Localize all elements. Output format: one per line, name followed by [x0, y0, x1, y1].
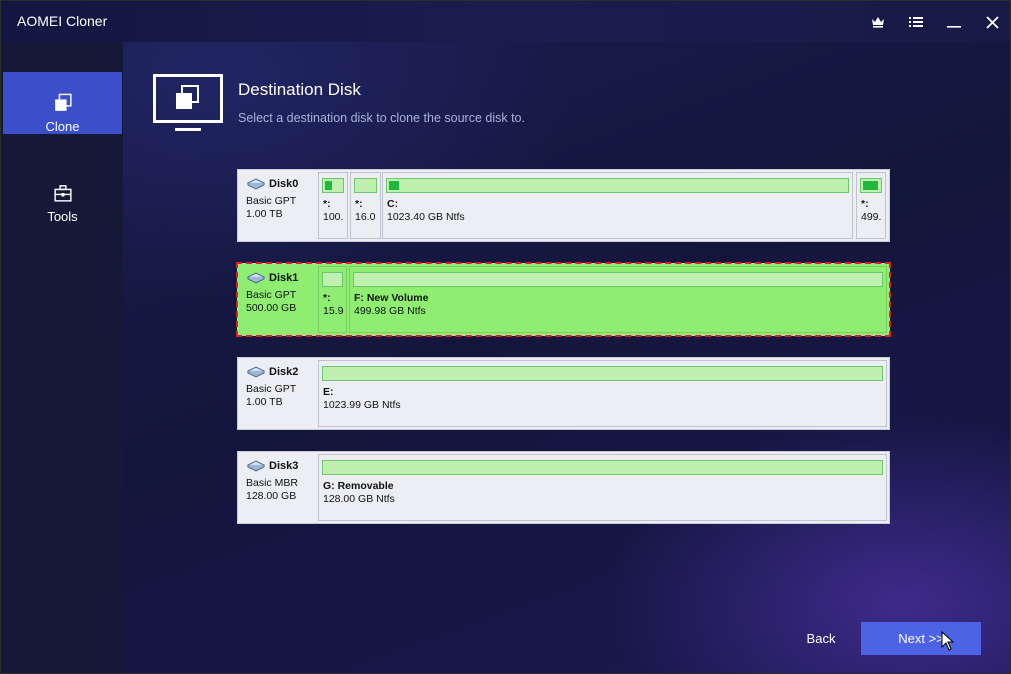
- sidebar-item-label: Clone: [45, 119, 80, 134]
- close-button[interactable]: [978, 9, 1006, 35]
- usage-bar: [354, 178, 377, 193]
- disk-row-disk0[interactable]: Disk0 Basic GPT 1.00 TB *: 100. *: 16.0 …: [237, 169, 890, 242]
- disk-size: 1.00 TB: [246, 208, 283, 220]
- usage-bar-fill: [389, 181, 399, 190]
- disk-type: Basic GPT: [246, 289, 297, 301]
- partition-detail: 15.9: [323, 305, 344, 317]
- hard-disk-icon: [246, 178, 266, 190]
- partition-label: *:: [323, 292, 331, 304]
- hard-disk-icon: [246, 272, 266, 284]
- toolbox-icon: [53, 185, 72, 202]
- crown-icon: [872, 17, 884, 28]
- hard-disk-icon: [246, 366, 266, 378]
- usage-bar: [860, 178, 882, 193]
- disk-name: Disk1: [269, 272, 299, 284]
- usage-bar-fill: [863, 181, 878, 190]
- disk-row-disk1[interactable]: Disk1 Basic GPT 500.00 GB *: 15.9 F: New…: [236, 262, 891, 337]
- partition-detail: 499.98 GB Ntfs: [354, 305, 426, 317]
- minimize-button[interactable]: [940, 9, 968, 35]
- page-title: Destination Disk: [238, 80, 361, 99]
- partition-label: G: Removable: [323, 480, 394, 492]
- disk-size: 1.00 TB: [246, 396, 283, 408]
- clone-icon: [54, 93, 72, 111]
- partition[interactable]: *: 16.0: [350, 172, 381, 239]
- minimize-icon: [947, 26, 961, 28]
- partition-detail: 1023.99 GB Ntfs: [323, 399, 401, 411]
- app-window: AOMEI Cloner Clone Tools Destination Dis…: [0, 0, 1011, 674]
- sidebar-item-label: Tools: [47, 209, 78, 224]
- partition-label: *:: [323, 198, 331, 210]
- upgrade-button[interactable]: [864, 9, 892, 35]
- partition[interactable]: G: Removable 128.00 GB Ntfs: [318, 454, 887, 521]
- partition-label: *:: [861, 198, 869, 210]
- hard-disk-icon: [246, 460, 266, 472]
- disk-info: Disk1 Basic GPT 500.00 GB: [238, 264, 318, 335]
- partition[interactable]: *: 100.: [318, 172, 348, 239]
- disk-info: Disk2 Basic GPT 1.00 TB: [238, 358, 318, 429]
- usage-bar: [322, 178, 344, 193]
- title-bar: AOMEI Cloner: [1, 1, 1010, 42]
- partition[interactable]: *: 15.9: [318, 266, 347, 333]
- disk-row-disk2[interactable]: Disk2 Basic GPT 1.00 TB E: 1023.99 GB Nt…: [237, 357, 890, 430]
- usage-bar-fill: [325, 181, 332, 190]
- app-title: AOMEI Cloner: [17, 13, 108, 29]
- mouse-cursor-icon: [941, 631, 954, 651]
- usage-bar: [322, 272, 343, 287]
- usage-bar: [386, 178, 849, 193]
- partition-label: *:: [355, 198, 363, 210]
- disk-info: Disk0 Basic GPT 1.00 TB: [238, 170, 318, 241]
- disk-type: Basic MBR: [246, 477, 298, 489]
- usage-bar: [322, 366, 883, 381]
- close-icon: [985, 15, 999, 29]
- sidebar-item-tools[interactable]: Tools: [3, 162, 122, 224]
- partition-label: F: New Volume: [354, 292, 429, 304]
- disk-size: 500.00 GB: [246, 302, 297, 314]
- partition[interactable]: C: 1023.40 GB Ntfs: [382, 172, 853, 239]
- usage-bar: [353, 272, 883, 287]
- page-subtitle: Select a destination disk to clone the s…: [238, 111, 525, 125]
- disk-name: Disk2: [269, 366, 299, 378]
- partition-label: E:: [323, 386, 334, 398]
- partition-detail: 100.: [323, 211, 344, 223]
- partition-detail: 16.0: [355, 211, 376, 223]
- partition-detail: 1023.40 GB Ntfs: [387, 211, 465, 223]
- next-button[interactable]: Next >>: [861, 622, 981, 655]
- menu-list-icon: [909, 17, 923, 27]
- disk-size: 128.00 GB: [246, 490, 297, 502]
- partition-label: C:: [387, 198, 399, 210]
- usage-bar: [322, 460, 883, 475]
- partition-detail: 128.00 GB Ntfs: [323, 493, 395, 505]
- disk-clone-monitor-icon: [153, 74, 223, 131]
- disk-row-disk3[interactable]: Disk3 Basic MBR 128.00 GB G: Removable 1…: [237, 451, 890, 524]
- disk-info: Disk3 Basic MBR 128.00 GB: [238, 452, 318, 523]
- disk-type: Basic GPT: [246, 195, 297, 207]
- sidebar-item-clone[interactable]: Clone: [3, 72, 122, 134]
- partition[interactable]: E: 1023.99 GB Ntfs: [318, 360, 887, 427]
- partition-detail: 499.: [861, 211, 882, 223]
- main-panel: Destination Disk Select a destination di…: [123, 42, 1010, 673]
- partition[interactable]: F: New Volume 499.98 GB Ntfs: [349, 266, 887, 333]
- partition[interactable]: *: 499.: [856, 172, 886, 239]
- menu-button[interactable]: [902, 9, 930, 35]
- disk-name: Disk0: [269, 178, 299, 190]
- back-button[interactable]: Back: [795, 622, 847, 654]
- disk-name: Disk3: [269, 460, 299, 472]
- sidebar: Clone Tools: [1, 42, 123, 673]
- disk-type: Basic GPT: [246, 383, 297, 395]
